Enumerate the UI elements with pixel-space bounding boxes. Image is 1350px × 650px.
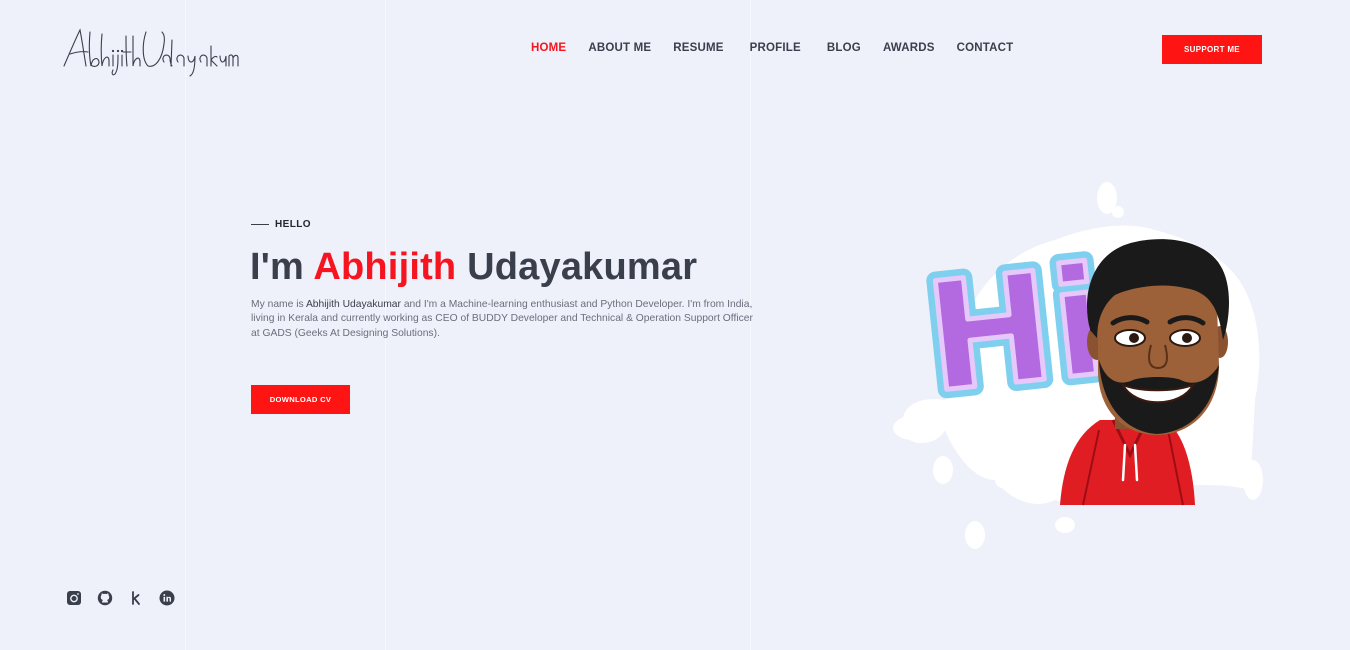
- hi-sticker-text: Hi: [919, 235, 1113, 427]
- hero-title: I'm Abhijith Udayakumar: [250, 246, 697, 289]
- avatar-illustration: Hi Hi: [885, 180, 1265, 555]
- nav-item-contact[interactable]: CONTACT: [957, 42, 1014, 54]
- desc-intro: My name is: [251, 299, 306, 310]
- hero-description: My name is Abhijith Udayakumar and I'm a…: [251, 298, 761, 341]
- avatar-head: [1087, 239, 1229, 435]
- title-last-name: Udayakumar: [456, 246, 698, 288]
- avatar-image: Hi Hi: [893, 182, 1263, 549]
- hi-sticker: Hi Hi: [910, 226, 1122, 436]
- nav-item-blog[interactable]: BLOG: [827, 42, 861, 54]
- instagram-icon[interactable]: [66, 590, 82, 606]
- support-me-button[interactable]: SUPPORT ME: [1162, 35, 1262, 64]
- eyebrow-line: [251, 224, 269, 225]
- nav-item-awards[interactable]: AWARDS: [883, 42, 935, 54]
- title-first-name: Abhijith: [313, 246, 457, 288]
- column-guide: [185, 0, 186, 650]
- kaggle-icon[interactable]: [128, 590, 144, 606]
- site-logo[interactable]: [60, 22, 240, 78]
- nav-item-profile[interactable]: PROFILE: [750, 42, 801, 54]
- nav-item-home[interactable]: HOME: [531, 42, 566, 54]
- github-icon[interactable]: [97, 590, 113, 606]
- title-prefix: I'm: [250, 246, 314, 288]
- download-cv-button[interactable]: DOWNLOAD CV: [251, 385, 350, 414]
- eyebrow-text: HELLO: [275, 219, 311, 230]
- social-links: [66, 590, 190, 606]
- linkedin-icon[interactable]: [159, 590, 175, 606]
- nav-item-about-me[interactable]: ABOUT ME: [588, 42, 651, 54]
- hero-eyebrow: HELLO: [251, 219, 311, 230]
- main-nav: HOME ABOUT ME RESUME PROFILE BLOG AWARDS…: [531, 42, 1035, 54]
- signature-logo: [63, 28, 239, 77]
- page: HOME ABOUT ME RESUME PROFILE BLOG AWARDS…: [0, 0, 1350, 650]
- nav-item-resume[interactable]: RESUME: [673, 42, 723, 54]
- desc-name: Abhijith Udayakumar: [305, 299, 401, 310]
